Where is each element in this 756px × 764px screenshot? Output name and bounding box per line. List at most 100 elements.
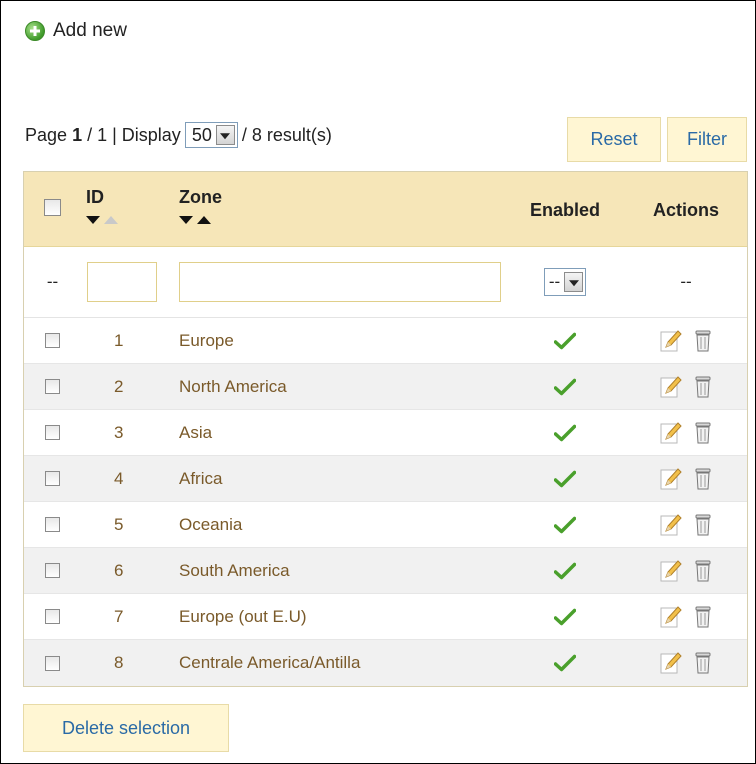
header-id: ID: [81, 172, 167, 224]
table-row: 2 North America: [24, 364, 747, 410]
row-checkbox[interactable]: [45, 333, 60, 348]
row-checkbox[interactable]: [45, 563, 60, 578]
trash-icon[interactable]: [694, 421, 712, 445]
filter-dash-right-text: --: [680, 272, 692, 291]
row-id: 7: [114, 606, 124, 626]
zones-table: ID Zone Enabled Actions -- -- -- 1 Europ…: [23, 171, 748, 687]
trash-icon[interactable]: [694, 651, 712, 675]
trash-icon[interactable]: [694, 375, 712, 399]
trash-icon[interactable]: [694, 329, 712, 353]
filter-enabled-cell: --: [505, 268, 625, 296]
row-actions-cell: [625, 467, 747, 491]
page-separator: / 1 | Display: [87, 124, 181, 145]
chevron-down-icon[interactable]: [215, 125, 235, 145]
trash-icon[interactable]: [694, 559, 712, 583]
pencil-icon[interactable]: [660, 513, 682, 537]
zone-filter-input[interactable]: [179, 262, 501, 302]
trash-icon[interactable]: [694, 467, 712, 491]
row-id: 5: [114, 514, 124, 534]
pencil-icon[interactable]: [660, 421, 682, 445]
row-enabled-cell: [505, 516, 625, 534]
table-row: 3 Asia: [24, 410, 747, 456]
row-actions-cell: [625, 559, 747, 583]
checkmark-icon[interactable]: [554, 378, 576, 396]
row-select-cell: [24, 471, 81, 486]
table-row: 7 Europe (out E.U): [24, 594, 747, 640]
filter-actions-cell: --: [625, 272, 747, 292]
chevron-down-icon[interactable]: [564, 272, 584, 292]
row-id: 6: [114, 560, 124, 580]
pencil-icon[interactable]: [660, 605, 682, 629]
trash-icon[interactable]: [694, 513, 712, 537]
header-zone-label: Zone: [179, 187, 222, 207]
table-row: 8 Centrale America/Antilla: [24, 640, 747, 686]
row-id: 4: [114, 468, 124, 488]
current-page: 1: [72, 124, 83, 145]
row-zone: Asia: [179, 422, 213, 442]
pencil-icon[interactable]: [660, 375, 682, 399]
row-zone: Europe (out E.U): [179, 606, 307, 626]
filter-row: -- -- --: [24, 247, 747, 318]
row-enabled-cell: [505, 378, 625, 396]
plus-circle-icon: [25, 21, 45, 41]
row-checkbox[interactable]: [45, 379, 60, 394]
row-zone: Centrale America/Antilla: [179, 653, 361, 672]
sort-asc-icon[interactable]: [104, 216, 118, 224]
table-row: 6 South America: [24, 548, 747, 594]
row-enabled-cell: [505, 424, 625, 442]
row-select-cell: [24, 425, 81, 440]
zone-sort-controls: [179, 216, 505, 224]
row-checkbox[interactable]: [45, 471, 60, 486]
pencil-icon[interactable]: [660, 467, 682, 491]
row-checkbox[interactable]: [45, 517, 60, 532]
reset-button[interactable]: Reset: [567, 117, 661, 162]
table-row: 1 Europe: [24, 318, 747, 364]
checkmark-icon[interactable]: [554, 562, 576, 580]
row-id: 1: [114, 330, 124, 350]
row-checkbox[interactable]: [45, 655, 60, 671]
filter-zone-cell: [167, 262, 505, 302]
pencil-icon[interactable]: [660, 329, 682, 353]
checkmark-icon[interactable]: [554, 332, 576, 350]
id-filter-input[interactable]: [87, 262, 157, 302]
row-id: 3: [114, 422, 124, 442]
row-actions-cell: [625, 513, 747, 537]
checkmark-icon[interactable]: [554, 654, 576, 672]
trash-icon[interactable]: [694, 605, 712, 629]
enabled-filter-select[interactable]: --: [543, 268, 587, 296]
table-row: 4 Africa: [24, 456, 747, 502]
pencil-icon[interactable]: [660, 651, 682, 675]
row-checkbox[interactable]: [45, 425, 60, 440]
enabled-filter-value: --: [548, 272, 561, 291]
checkmark-icon[interactable]: [554, 516, 576, 534]
delete-selection-button[interactable]: Delete selection: [23, 704, 229, 752]
row-checkbox[interactable]: [45, 609, 60, 624]
row-actions-cell: [625, 605, 747, 629]
table-body: 1 Europe 2 North America 3 Asia 4 Africa…: [24, 318, 747, 686]
table-header: ID Zone Enabled Actions: [24, 172, 747, 247]
table-row: 5 Oceania: [24, 502, 747, 548]
sort-desc-icon[interactable]: [86, 216, 100, 224]
display-count-select[interactable]: 50: [184, 122, 238, 148]
row-enabled-cell: [505, 654, 625, 672]
checkmark-icon[interactable]: [554, 608, 576, 626]
row-select-cell: [24, 333, 81, 348]
row-enabled-cell: [505, 332, 625, 350]
checkmark-icon[interactable]: [554, 470, 576, 488]
row-select-cell: [24, 655, 81, 671]
row-select-cell: [24, 379, 81, 394]
sort-asc-icon[interactable]: [197, 216, 211, 224]
checkmark-icon[interactable]: [554, 424, 576, 442]
select-all-checkbox[interactable]: [44, 199, 61, 216]
display-count-value: 50: [191, 124, 212, 145]
filter-button[interactable]: Filter: [667, 117, 747, 162]
row-select-cell: [24, 517, 81, 532]
row-zone: Europe: [179, 330, 234, 350]
row-zone: Oceania: [179, 514, 243, 534]
select-all-cell: [24, 199, 81, 216]
row-select-cell: [24, 563, 81, 578]
add-new-link[interactable]: Add new: [25, 20, 127, 42]
row-actions-cell: [625, 651, 747, 675]
pencil-icon[interactable]: [660, 559, 682, 583]
sort-desc-icon[interactable]: [179, 216, 193, 224]
